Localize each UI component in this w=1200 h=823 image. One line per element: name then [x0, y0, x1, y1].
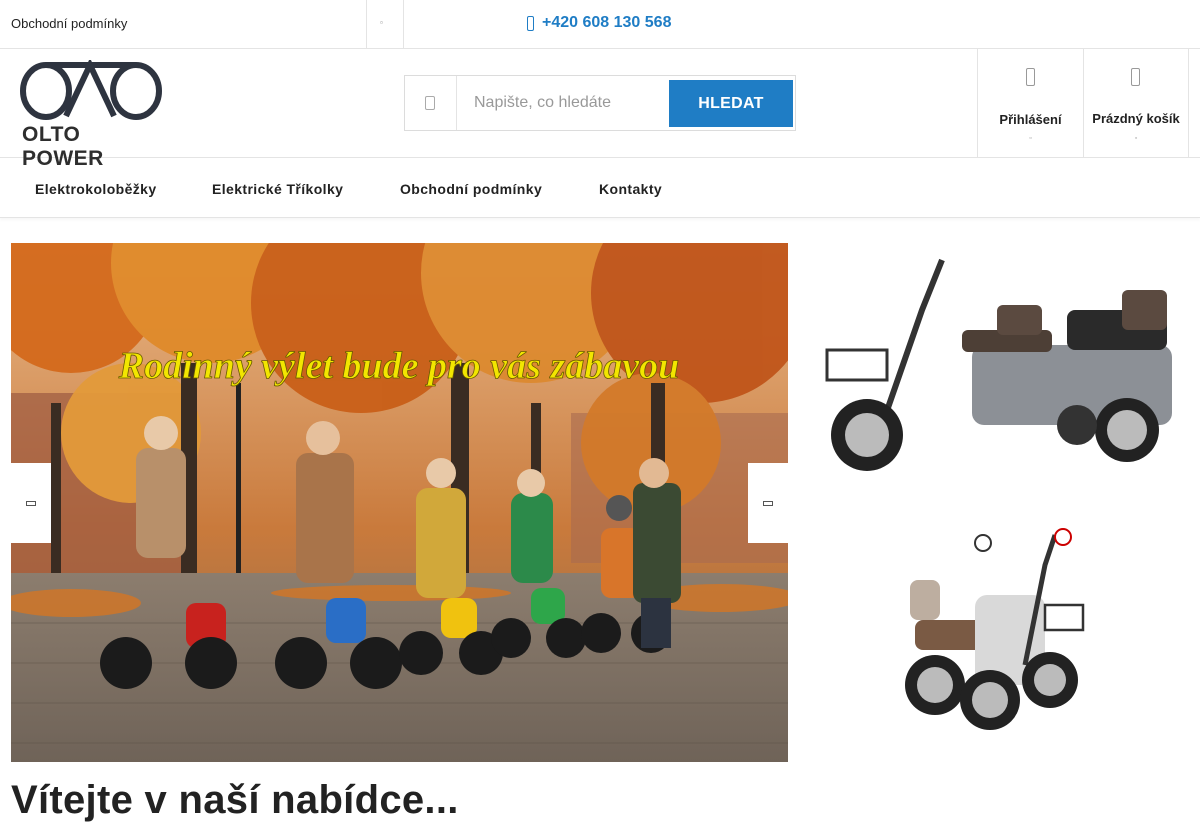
phone-number[interactable]: +420 608 130 568	[542, 14, 671, 32]
site-logo[interactable]: OLTO POWER	[20, 57, 162, 170]
phone-contact[interactable]: +420 608 130 568	[527, 14, 671, 32]
chevron-right-icon	[763, 500, 773, 506]
search-button[interactable]: HLEDAT	[669, 80, 793, 127]
phone-icon	[527, 15, 534, 31]
nav-item-electric-tricycles[interactable]: Elektrické Tříkolky	[212, 181, 343, 197]
main-navigation: Elektrokoloběžky Elektrické Tříkolky Obc…	[0, 158, 1200, 218]
carousel-next-button[interactable]	[748, 463, 788, 543]
nav-item-electric-scooters[interactable]: Elektrokoloběžky	[35, 181, 157, 197]
cart-icon	[1131, 68, 1141, 88]
search-icon	[405, 76, 457, 130]
top-bar: Obchodní podmínky ▫ +420 608 130 568	[0, 0, 1200, 49]
nav-item-contacts[interactable]: Kontakty	[599, 181, 662, 197]
dropdown-indicator-icon: ▫	[1134, 135, 1138, 142]
logo-mark	[20, 57, 162, 120]
welcome-heading: Vítejte v naší nabídce...	[11, 778, 459, 822]
user-icon	[1025, 68, 1036, 88]
tricycle-image	[825, 258, 1172, 471]
ellipsis-icon[interactable]: ▫	[380, 18, 383, 27]
hero-image: Rodinný výlet bude pro vás zábavou	[11, 243, 788, 762]
carousel-prev-button[interactable]	[11, 463, 51, 543]
promo-tricycle-gray[interactable]	[822, 250, 1182, 475]
hero-banner[interactable]: Rodinný výlet bude pro vás zábavou	[11, 243, 788, 762]
banner-text: Rodinný výlet bude pro vás zábavou	[118, 345, 679, 387]
top-link-terms[interactable]: Obchodní podmínky	[11, 16, 127, 31]
search-bar: HLEDAT	[404, 75, 796, 131]
chevron-left-icon	[26, 500, 36, 506]
divider	[403, 0, 404, 48]
promo-tricycle-white[interactable]	[895, 525, 1095, 730]
cart-label: Prázdný košík	[1092, 111, 1180, 126]
nav-item-terms[interactable]: Obchodní podmínky	[400, 181, 542, 197]
login-label: Přihlášení	[999, 112, 1062, 127]
login-button[interactable]: Přihlášení ▫	[977, 49, 1083, 157]
cart-button[interactable]: Prázdný košík ▫	[1083, 49, 1189, 157]
divider	[366, 0, 367, 48]
search-input[interactable]	[461, 78, 667, 128]
site-header: OLTO POWER HLEDAT Přihlášení ▫ Prázdný k…	[0, 49, 1200, 170]
dropdown-indicator-icon: ▫	[1029, 135, 1032, 142]
tricycle-image	[905, 528, 1085, 730]
